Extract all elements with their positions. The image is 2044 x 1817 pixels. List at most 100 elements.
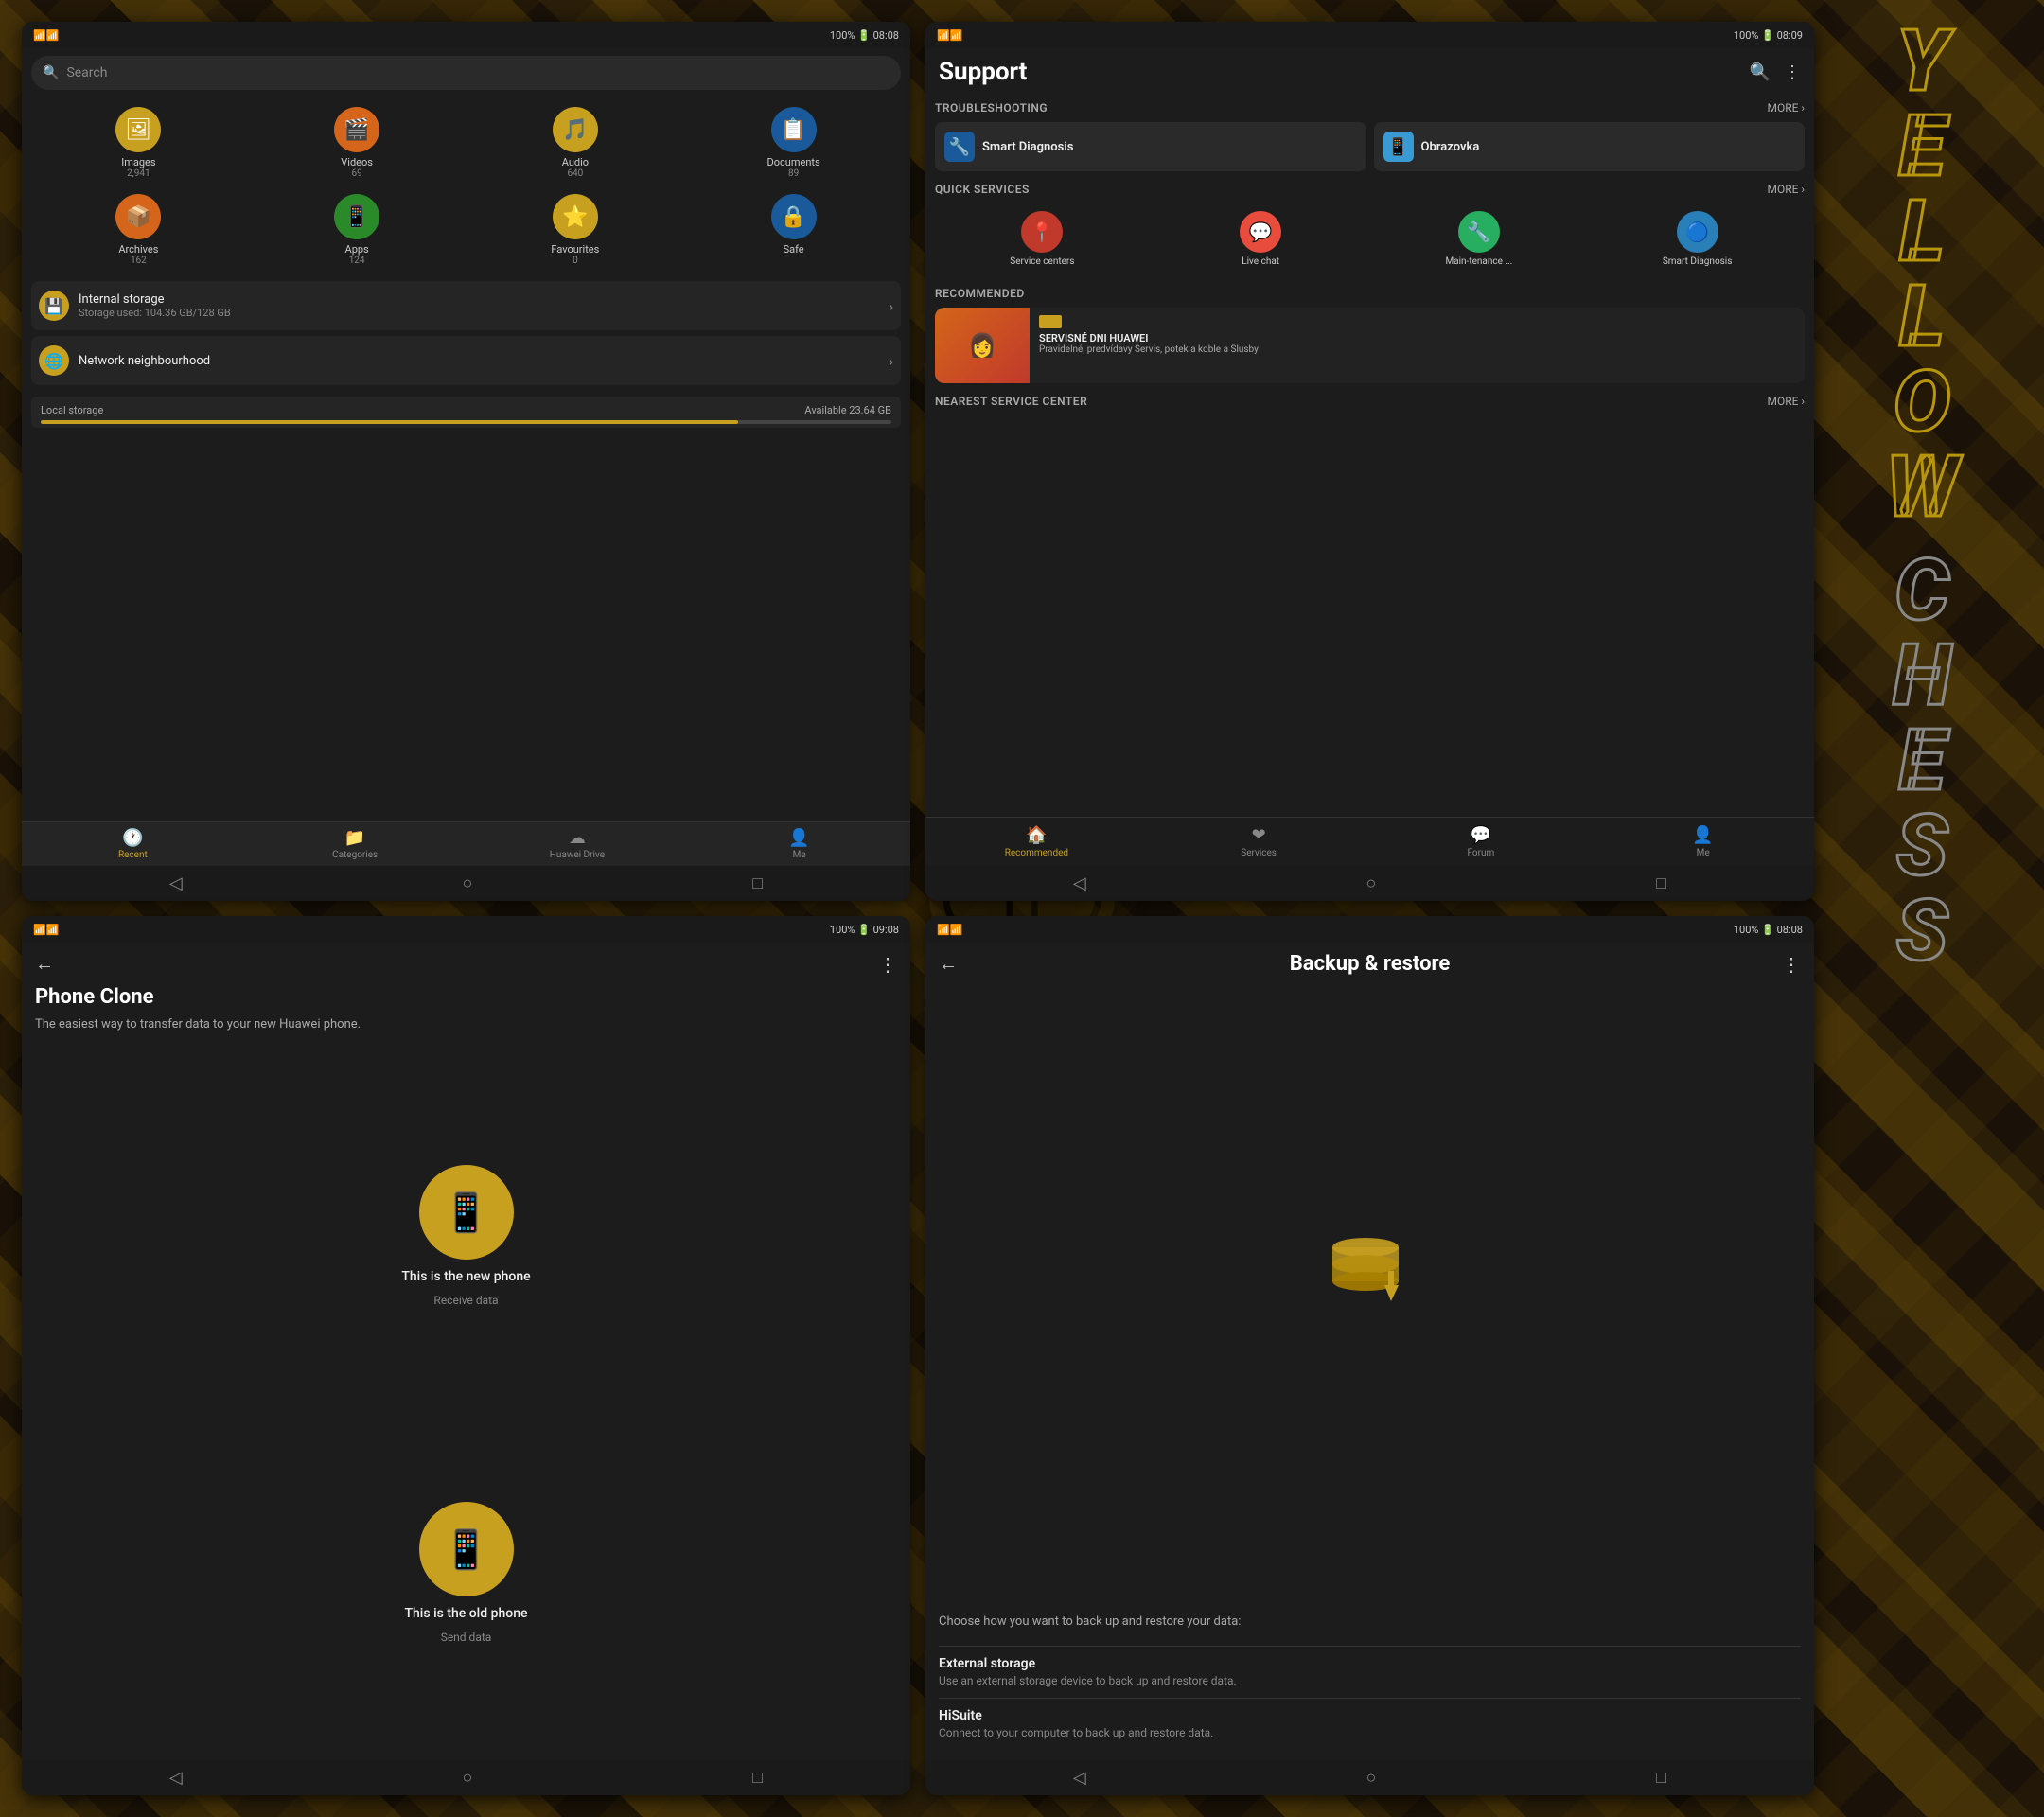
screen-backup-restore: 📶📶 100% 🔋 08:08 ← Backup & restore ⋮	[925, 916, 1814, 1795]
file-item-audio[interactable]: 🎵 Audio 640	[468, 101, 683, 185]
home-nav-4[interactable]: ○	[1366, 1768, 1377, 1788]
nav-me-fm[interactable]: 👤 Me	[688, 828, 910, 860]
external-storage-option[interactable]: External storage Use an external storage…	[939, 1646, 1801, 1699]
internal-storage-info: Internal storage Storage used: 104.36 GB…	[79, 292, 879, 319]
storage-progress-bar	[41, 420, 891, 424]
recommended-content: SERVISNÉ DNI HUAWEI Pravidelné, predvída…	[1030, 308, 1805, 383]
nn-recommended[interactable]: 🏠 Recommended	[925, 818, 1148, 866]
home-nav-3[interactable]: ○	[463, 1768, 473, 1788]
clone-title-area: Phone Clone	[22, 985, 910, 1016]
smart-diag-qs-icon: 🔵	[1677, 211, 1718, 253]
file-item-videos[interactable]: 🎬 Videos 69	[250, 101, 465, 185]
clone-more-button[interactable]: ⋮	[878, 953, 897, 976]
troubleshooting-more[interactable]: MORE ›	[1767, 101, 1805, 115]
network-storage-item[interactable]: 🌐 Network neighbourhood ›	[31, 336, 901, 385]
recents-nav-1[interactable]: □	[752, 873, 763, 893]
old-phone-sub: Send data	[441, 1631, 492, 1644]
backup-more-button[interactable]: ⋮	[1782, 953, 1801, 976]
nav-categories[interactable]: 📁 Categories	[244, 828, 467, 860]
live-chat-label: Live chat	[1242, 256, 1279, 268]
quick-services-section: QUICK SERVICES MORE › 📍 Service centers …	[925, 177, 1814, 281]
huawei-drive-icon: ☁	[569, 828, 586, 848]
nav-recent[interactable]: 🕐 Recent	[22, 828, 244, 860]
system-nav-2: ◁ ○ □	[925, 866, 1814, 901]
screens-container: 📶📶 100% 🔋 08:08 🔍 Search 🖼 Images 2,941 …	[0, 0, 1836, 1817]
nn-me[interactable]: 👤 Me	[1592, 818, 1814, 866]
storage-section: 💾 Internal storage Storage used: 104.36 …	[22, 275, 910, 397]
clone-back-button[interactable]: ←	[35, 952, 54, 976]
letter-w: W	[1826, 445, 2016, 530]
recommended-card[interactable]: 👩 SERVISNÉ DNI HUAWEI Pravidelné, predví…	[935, 308, 1805, 383]
signal-3: 📶📶	[33, 924, 59, 936]
system-nav-1: ◁ ○ □	[22, 866, 910, 901]
nav-huawei-drive[interactable]: ☁ Huawei Drive	[467, 828, 689, 860]
smart-diagnosis-label: Smart Diagnosis	[982, 140, 1073, 154]
qs-smart-diag[interactable]: 🔵 Smart Diagnosis	[1590, 203, 1805, 275]
qs-service-centers[interactable]: 📍 Service centers	[935, 203, 1150, 275]
home-nav-2[interactable]: ○	[1366, 873, 1377, 893]
documents-label: Documents	[767, 156, 820, 168]
file-item-images[interactable]: 🖼 Images 2,941	[31, 101, 246, 185]
support-more-icon[interactable]: ⋮	[1784, 62, 1801, 82]
smart-diagnosis-icon: 🔧	[944, 132, 975, 162]
recents-nav-3[interactable]: □	[752, 1768, 763, 1788]
storage-progress-fill	[41, 420, 738, 424]
support-search-icon[interactable]: 🔍	[1750, 62, 1771, 82]
categories-icon: 📁	[344, 828, 365, 848]
smart-diag-qs-label: Smart Diagnosis	[1663, 256, 1733, 268]
clone-subtitle: The easiest way to transfer data to your…	[22, 1016, 910, 1049]
nn-services-icon: ❤	[1252, 825, 1266, 845]
nearest-label: NEAREST SERVICE CENTER	[935, 395, 1087, 408]
old-phone-label: This is the old phone	[405, 1606, 528, 1621]
recents-nav-4[interactable]: □	[1656, 1768, 1666, 1788]
new-phone-icon: 📱	[419, 1165, 514, 1260]
recommended-label: RECOMMENDED	[935, 287, 1025, 300]
recommended-image: 👩	[935, 308, 1030, 383]
new-phone-option[interactable]: 📱 This is the new phone Receive data	[401, 1165, 530, 1307]
safe-icon: 🔒	[771, 194, 817, 239]
clone-options: 📱 This is the new phone Receive data 📱 T…	[22, 1049, 910, 1760]
letter-l1: L	[1826, 189, 2016, 274]
letter-e1: E	[1826, 104, 2016, 189]
file-grid: 🖼 Images 2,941 🎬 Videos 69 🎵 Audio 640 📋…	[22, 97, 910, 275]
status-bar-3: 📶📶 100% 🔋 09:08	[22, 916, 910, 943]
file-item-archives[interactable]: 📦 Archives 162	[31, 188, 246, 272]
backup-back-button[interactable]: ←	[939, 952, 958, 976]
external-storage-title: External storage	[939, 1656, 1801, 1671]
documents-icon: 📋	[771, 107, 817, 152]
quick-services-more[interactable]: MORE ›	[1767, 183, 1805, 196]
qs-live-chat[interactable]: 💬 Live chat	[1154, 203, 1368, 275]
search-bar[interactable]: 🔍 Search	[31, 56, 901, 90]
obrazovka-card[interactable]: 📱 Obrazovka	[1374, 122, 1806, 171]
nn-forum[interactable]: 💬 Forum	[1370, 818, 1593, 866]
smart-diagnosis-card[interactable]: 🔧 Smart Diagnosis	[935, 122, 1366, 171]
qs-maintenance[interactable]: 🔧 Main-tenance ...	[1372, 203, 1587, 275]
letter-o: O	[1826, 360, 2016, 445]
nearest-section: NEAREST SERVICE CENTER MORE ›	[925, 389, 1814, 421]
back-nav-3[interactable]: ◁	[169, 1768, 183, 1788]
file-item-documents[interactable]: 📋 Documents 89	[686, 101, 901, 185]
backup-database-icon	[1323, 1233, 1418, 1337]
internal-storage-name: Internal storage	[79, 292, 879, 307]
live-chat-icon: 💬	[1240, 211, 1281, 253]
file-item-apps[interactable]: 📱 Apps 124	[250, 188, 465, 272]
maintenance-icon: 🔧	[1458, 211, 1500, 253]
nn-services[interactable]: ❤ Services	[1148, 818, 1370, 866]
quick-services-header: QUICK SERVICES MORE ›	[935, 183, 1805, 196]
file-item-safe[interactable]: 🔒 Safe	[686, 188, 901, 272]
huawei-brand-badge	[1039, 315, 1062, 328]
maintenance-label: Main-tenance ...	[1445, 256, 1512, 268]
recents-nav-2[interactable]: □	[1656, 873, 1666, 893]
internal-storage-item[interactable]: 💾 Internal storage Storage used: 104.36 …	[31, 281, 901, 330]
old-phone-option[interactable]: 📱 This is the old phone Send data	[405, 1502, 528, 1644]
hisuite-option[interactable]: HiSuite Connect to your computer to back…	[939, 1698, 1801, 1751]
nn-services-label: Services	[1241, 848, 1277, 858]
documents-count: 89	[788, 168, 799, 179]
file-item-favourites[interactable]: ⭐ Favourites 0	[468, 188, 683, 272]
nearest-more[interactable]: MORE ›	[1767, 395, 1805, 408]
back-nav-4[interactable]: ◁	[1073, 1768, 1086, 1788]
back-nav-1[interactable]: ◁	[169, 873, 183, 893]
home-nav-1[interactable]: ○	[463, 873, 473, 893]
back-nav-2[interactable]: ◁	[1073, 873, 1086, 893]
audio-icon: 🎵	[553, 107, 598, 152]
